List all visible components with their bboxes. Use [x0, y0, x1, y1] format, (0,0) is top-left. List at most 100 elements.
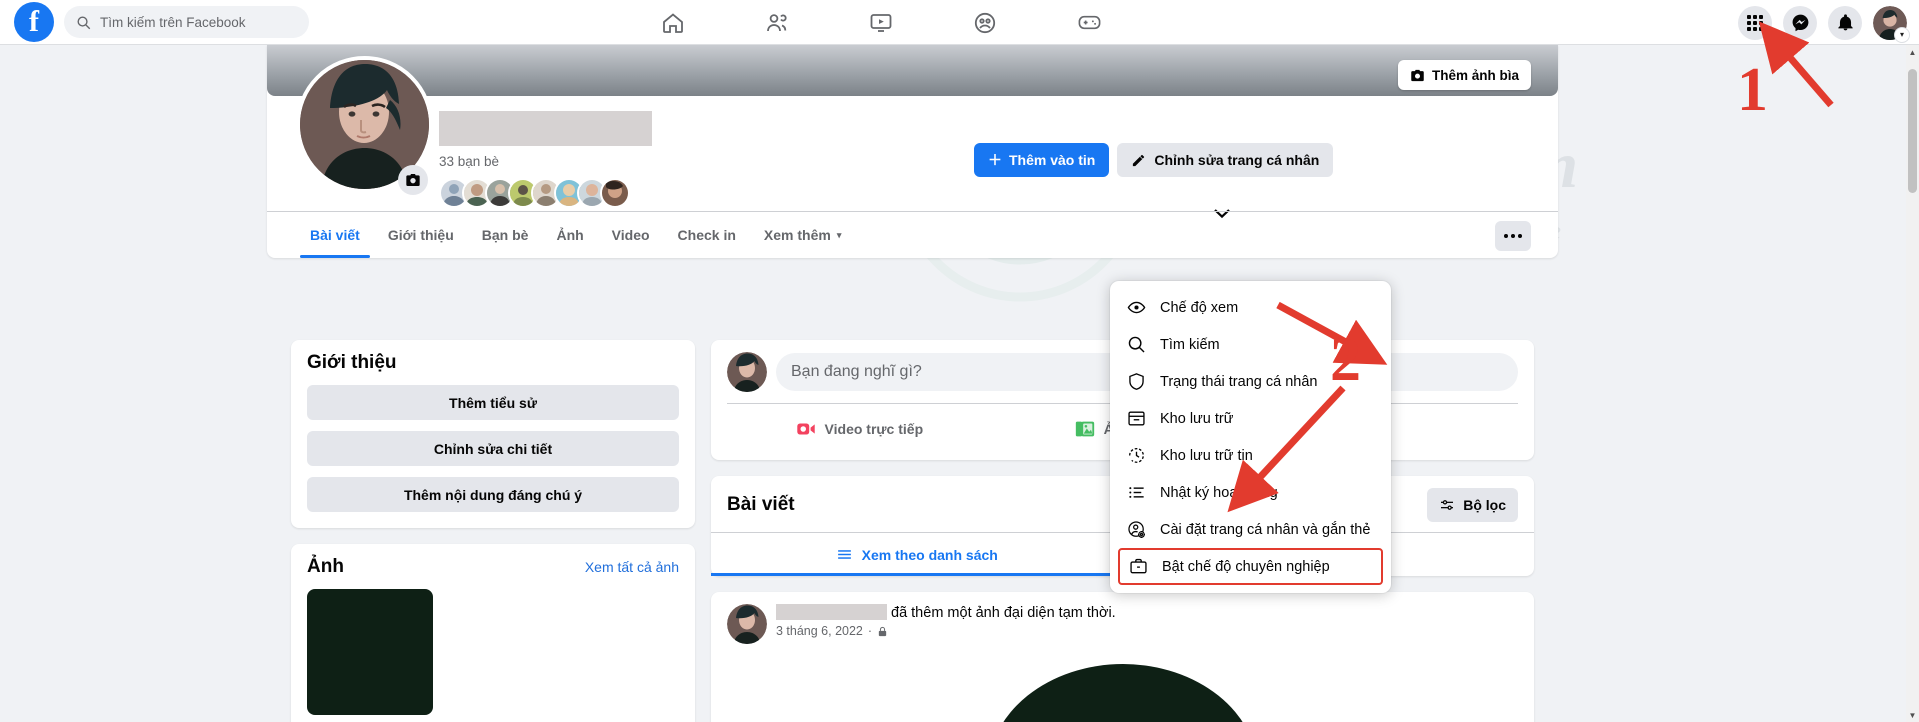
facebook-logo-icon[interactable]: f — [14, 2, 54, 42]
scroll-up-arrow-icon[interactable]: ▲ — [1906, 45, 1919, 59]
view-tab-list[interactable]: Xem theo danh sách — [711, 533, 1123, 576]
clock-history-icon — [1126, 445, 1147, 466]
view-tab-list-label: Xem theo danh sách — [861, 546, 998, 563]
tab-xem-them[interactable]: Xem thêm ▾ — [750, 212, 855, 258]
live-video-icon — [796, 423, 815, 435]
post-item: đã thêm một ảnh đại diện tạm thời. 3 thá… — [711, 592, 1534, 722]
lock-icon — [878, 626, 887, 636]
account-avatar[interactable]: ▾ — [1873, 5, 1910, 43]
menu-item-label: Kho lưu trữ — [1160, 410, 1234, 427]
post-action-text: đã thêm một ảnh đại diện tạm thời. — [891, 605, 1116, 621]
menu-item-cai-dat-trang-ca-nhan-va-gan-the[interactable]: Cài đặt trang cá nhân và gắn thẻ — [1118, 511, 1383, 548]
posts-card-title: Bài viết — [727, 494, 795, 515]
add-cover-photo-label: Thêm ảnh bìa — [1431, 67, 1519, 83]
photos-card: Ảnh Xem tất cả ảnh — [291, 544, 695, 722]
list-icon — [837, 550, 851, 559]
menu-item-label: Nhật ký hoạt động — [1160, 484, 1278, 501]
groups-icon[interactable] — [972, 10, 998, 36]
top-navigation-bar: f Tìm kiếm trên Facebook ▾ — [0, 0, 1919, 45]
archive-icon — [1126, 408, 1147, 429]
menu-item-label: Chế độ xem — [1160, 299, 1239, 316]
tab-check-in[interactable]: Check in — [664, 212, 750, 258]
post-author-redacted — [776, 604, 887, 620]
topbar-right-controls: ▾ — [1738, 0, 1910, 45]
center-navigation — [660, 0, 1102, 45]
post-date[interactable]: 3 tháng 6, 2022 — [776, 624, 863, 638]
menu-item-kho-luu-tru[interactable]: Kho lưu trữ — [1118, 400, 1383, 437]
notifications-bell-icon[interactable] — [1828, 5, 1862, 40]
page-scrollbar[interactable]: ▲ ▼ — [1906, 45, 1919, 722]
scroll-down-arrow-icon[interactable]: ▼ — [1906, 708, 1919, 722]
add-featured-button[interactable]: Thêm nội dung đáng chú ý — [307, 477, 679, 512]
tab-label: Check in — [677, 227, 736, 243]
tab-video[interactable]: Video — [598, 212, 664, 258]
tab-ban-be[interactable]: Bạn bè — [468, 212, 543, 258]
live-video-label: Video trực tiếp — [824, 421, 924, 437]
add-to-story-button[interactable]: ＋ Thêm vào tin — [974, 143, 1110, 177]
tab-label: Video — [611, 227, 650, 243]
menu-grid-icon[interactable] — [1738, 5, 1772, 40]
gaming-icon[interactable] — [1076, 10, 1102, 36]
friends-icon[interactable] — [764, 10, 790, 36]
search-icon — [1126, 334, 1147, 355]
post-image-content — [987, 664, 1258, 722]
messenger-icon[interactable] — [1783, 5, 1817, 40]
post-action-line: đã thêm một ảnh đại diện tạm thời. — [776, 604, 1116, 621]
add-to-story-label: Thêm vào tin — [1009, 152, 1096, 168]
tab-label: Ảnh — [556, 227, 584, 243]
tab-anh[interactable]: Ảnh — [542, 212, 597, 258]
ellipsis-horizontal-icon — [1504, 234, 1508, 238]
profile-identity: 33 bạn bè — [439, 111, 652, 208]
cover-photo[interactable]: Thêm ảnh bìa — [267, 45, 1558, 96]
briefcase-icon — [1128, 556, 1149, 577]
filter-sliders-icon — [1441, 500, 1454, 510]
menu-item-nhat-ky-hoat-dong[interactable]: Nhật ký hoạt động — [1118, 474, 1383, 511]
photo-thumbnail[interactable] — [307, 589, 433, 715]
eye-icon — [1126, 297, 1147, 318]
menu-item-label: Kho lưu trữ tin — [1160, 447, 1253, 464]
search-input[interactable]: Tìm kiếm trên Facebook — [64, 6, 309, 38]
filter-button[interactable]: Bộ lọc — [1427, 488, 1518, 522]
intro-card: Giới thiệu Thêm tiểu sử Chỉnh sửa chi ti… — [291, 340, 695, 528]
menu-item-kho-luu-tru-tin[interactable]: Kho lưu trữ tin — [1118, 437, 1383, 474]
camera-icon — [1411, 69, 1424, 81]
scrollbar-thumb[interactable] — [1908, 69, 1917, 193]
profile-tabs: Bài viết Giới thiệu Bạn bè Ảnh Video Che… — [267, 211, 1558, 258]
plus-icon: ＋ — [988, 152, 1002, 168]
tab-gioi-thieu[interactable]: Giới thiệu — [374, 212, 468, 258]
profile-more-options-button[interactable] — [1495, 221, 1531, 251]
photos-card-header: Ảnh Xem tất cả ảnh — [307, 556, 679, 578]
composer-placeholder: Bạn đang nghĩ gì? — [791, 363, 922, 380]
post-meta: 3 tháng 6, 2022 · — [776, 624, 1116, 638]
annotation-number-2: 2 — [1330, 326, 1361, 394]
menu-item-che-do-xem[interactable]: Chế độ xem — [1118, 289, 1383, 326]
friend-avatar[interactable] — [600, 178, 630, 208]
add-cover-photo-button[interactable]: Thêm ảnh bìa — [1397, 60, 1531, 90]
change-profile-photo-button[interactable] — [398, 165, 428, 195]
avatar — [727, 352, 767, 392]
profile-body: 33 bạn bè ＋ Thêm vào tin Chỉnh sửa trang… — [267, 56, 1558, 258]
facebook-profile-page: f Tìm kiếm trên Facebook ▾ Thêm ảnh bìa … — [0, 0, 1919, 722]
camera-icon — [406, 174, 420, 186]
avatar — [727, 604, 767, 644]
tab-label: Bài viết — [310, 227, 360, 243]
post-header: đã thêm một ảnh đại diện tạm thời. 3 thá… — [727, 604, 1518, 644]
menu-item-label: Trạng thái trang cá nhân — [1160, 373, 1318, 390]
tab-bai-viet[interactable]: Bài viết — [296, 212, 374, 258]
friend-count-label[interactable]: 33 bạn bè — [439, 154, 652, 169]
edit-details-button[interactable]: Chỉnh sửa chi tiết — [307, 431, 679, 466]
see-all-photos-link[interactable]: Xem tất cả ảnh — [585, 559, 679, 575]
menu-item-bat-che-do-chuyen-nghiep[interactable]: Bật chế độ chuyên nghiệp — [1118, 548, 1383, 585]
profile-card: Thêm ảnh bìa 33 bạn bè ＋ Thêm vào tin Ch… — [267, 45, 1558, 258]
edit-profile-button[interactable]: Chỉnh sửa trang cá nhân — [1117, 143, 1334, 177]
add-bio-button[interactable]: Thêm tiểu sử — [307, 385, 679, 420]
watch-video-icon[interactable] — [868, 10, 894, 36]
chevron-down-icon[interactable]: ▾ — [1894, 26, 1910, 43]
post-image[interactable] — [727, 656, 1518, 722]
search-icon — [77, 16, 91, 29]
home-icon[interactable] — [660, 10, 686, 36]
search-placeholder: Tìm kiếm trên Facebook — [100, 14, 246, 30]
friend-avatar-list[interactable] — [439, 178, 652, 208]
profile-name-redacted — [439, 111, 652, 146]
live-video-button[interactable]: Video trực tiếp — [727, 410, 991, 448]
